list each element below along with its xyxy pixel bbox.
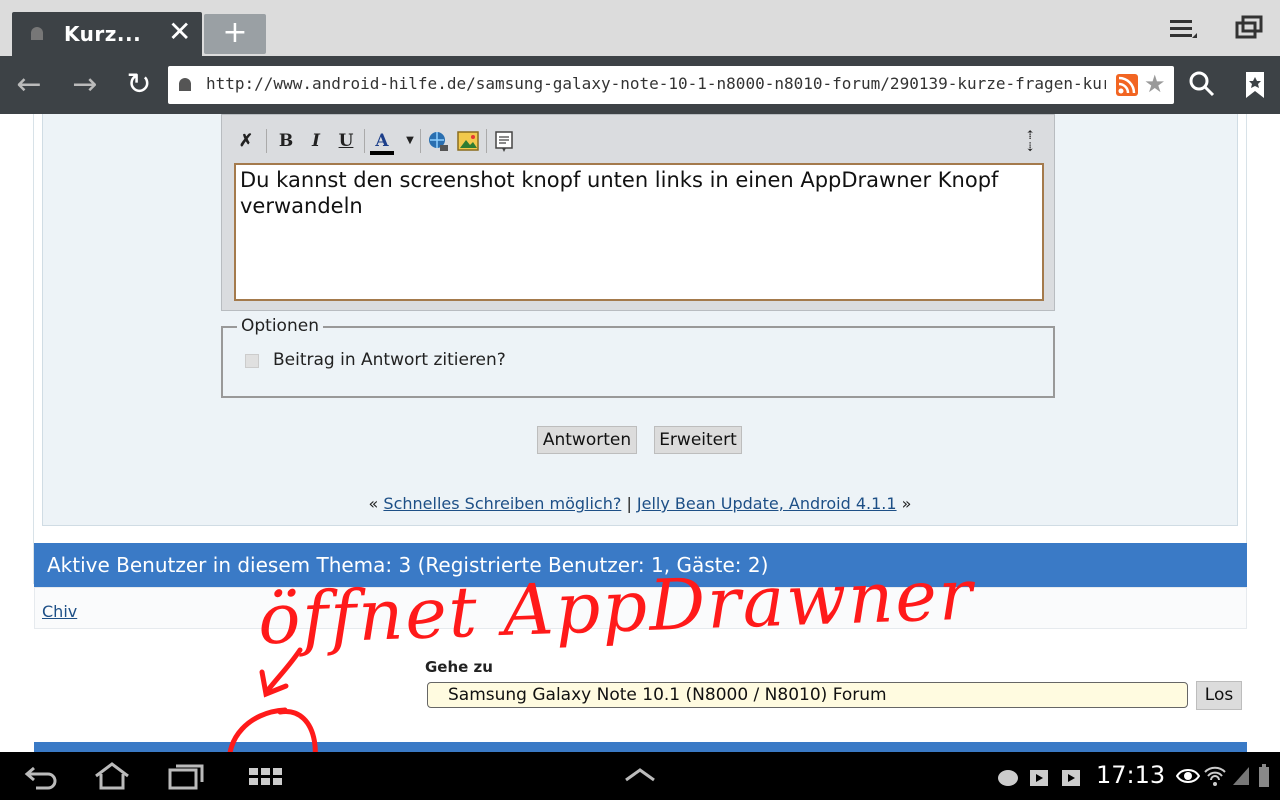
tabs-overview-icon[interactable] <box>1234 14 1264 44</box>
play-store-icon[interactable] <box>1060 764 1082 788</box>
message-editor: ✗ B I U A ▼ ⇡ ⇣ Du kannst den screenshot… <box>221 114 1055 311</box>
insert-link-icon[interactable] <box>426 129 450 153</box>
toolbar-separator <box>486 129 487 153</box>
tab-title: Kurz... <box>64 22 142 46</box>
web-page: ✗ B I U A ▼ ⇡ ⇣ Du kannst den screenshot… <box>0 114 1280 752</box>
chevron-down-icon[interactable]: ▼ <box>398 129 422 153</box>
underline-button[interactable]: U <box>334 129 358 153</box>
reply-button[interactable]: Antworten <box>537 426 637 454</box>
editor-toolbar: ✗ B I U A ▼ ⇡ ⇣ <box>222 123 1054 159</box>
go-button[interactable]: Los <box>1196 681 1242 710</box>
toolbar-separator <box>420 129 421 153</box>
font-color-button[interactable]: A <box>370 129 394 155</box>
reload-icon[interactable]: ↻ <box>122 68 156 102</box>
new-tab-button[interactable]: + <box>204 14 266 54</box>
back-icon[interactable]: ← <box>12 68 46 102</box>
browser-tab-strip: Kurz... ✕ + <box>0 0 1280 56</box>
quote-checkbox[interactable] <box>245 354 259 368</box>
back-icon[interactable] <box>20 760 60 792</box>
quote-checkbox-label[interactable]: Beitrag in Antwort zitieren? <box>273 350 506 370</box>
forward-icon[interactable]: → <box>68 68 102 102</box>
quote-icon[interactable] <box>492 129 516 153</box>
browser-tab[interactable]: Kurz... ✕ <box>12 12 202 56</box>
active-users-header: Aktive Benutzer in diesem Thema: 3 (Regi… <box>34 543 1247 587</box>
insert-image-icon[interactable] <box>456 129 480 153</box>
footer-bar <box>34 742 1247 752</box>
nav-separator: | <box>626 494 632 513</box>
android-icon <box>179 78 191 91</box>
remove-format-icon[interactable]: ✗ <box>234 129 258 153</box>
previous-thread-link[interactable]: Schnelles Schreiben möglich? <box>383 494 621 513</box>
user-link[interactable]: Chiv <box>42 602 77 621</box>
active-users-row: Chiv <box>34 587 1247 629</box>
bold-button[interactable]: B <box>274 129 298 153</box>
home-icon[interactable] <box>92 760 132 792</box>
italic-button[interactable]: I <box>304 129 328 153</box>
nav-prefix: « <box>368 494 379 513</box>
url-text[interactable]: http://www.android-hilfe.de/samsung-gala… <box>206 74 1106 93</box>
options-fieldset: Optionen Beitrag in Antwort zitieren? <box>221 316 1055 398</box>
close-tab-icon[interactable]: ✕ <box>168 18 191 46</box>
android-notification-icon[interactable] <box>996 766 1020 788</box>
bookmarks-icon[interactable] <box>1244 70 1266 100</box>
signal-icon <box>1233 767 1249 785</box>
wifi-icon <box>1204 766 1226 786</box>
battery-icon <box>1259 764 1269 787</box>
toolbar-separator <box>266 129 267 153</box>
url-bar[interactable]: http://www.android-hilfe.de/samsung-gala… <box>168 66 1174 104</box>
status-clock: 17:13 <box>1096 761 1166 789</box>
browser-toolbar: ← → ↻ http://www.android-hilfe.de/samsun… <box>0 56 1280 114</box>
options-legend: Optionen <box>237 316 323 336</box>
nav-suffix: » <box>901 494 912 513</box>
system-navigation-bar: 17:13 <box>0 752 1280 800</box>
forum-jump-select[interactable]: Samsung Galaxy Note 10.1 (N8000 / N8010)… <box>427 682 1188 708</box>
search-icon[interactable] <box>1188 70 1216 98</box>
message-textarea[interactable]: Du kannst den screenshot knopf unten lin… <box>234 163 1044 301</box>
toolbar-separator <box>364 129 365 153</box>
chevron-up-icon[interactable] <box>620 760 660 792</box>
advanced-button[interactable]: Erweitert <box>654 426 742 454</box>
resize-editor-icon[interactable]: ⇡ ⇣ <box>1018 129 1042 153</box>
next-thread-link[interactable]: Jelly Bean Update, Android 4.1.1 <box>637 494 897 513</box>
recent-apps-icon[interactable] <box>166 760 206 792</box>
play-store-icon[interactable] <box>1028 764 1050 788</box>
eye-icon <box>1176 769 1200 783</box>
app-drawer-icon[interactable] <box>246 760 286 792</box>
bookmark-star-icon[interactable]: ★ <box>1144 70 1166 98</box>
thread-navigation: « Schnelles Schreiben möglich? | Jelly B… <box>0 494 1280 513</box>
android-icon <box>31 27 43 40</box>
goto-label: Gehe zu <box>425 658 493 676</box>
rss-icon[interactable] <box>1116 74 1138 96</box>
menu-icon[interactable] <box>1168 14 1198 44</box>
